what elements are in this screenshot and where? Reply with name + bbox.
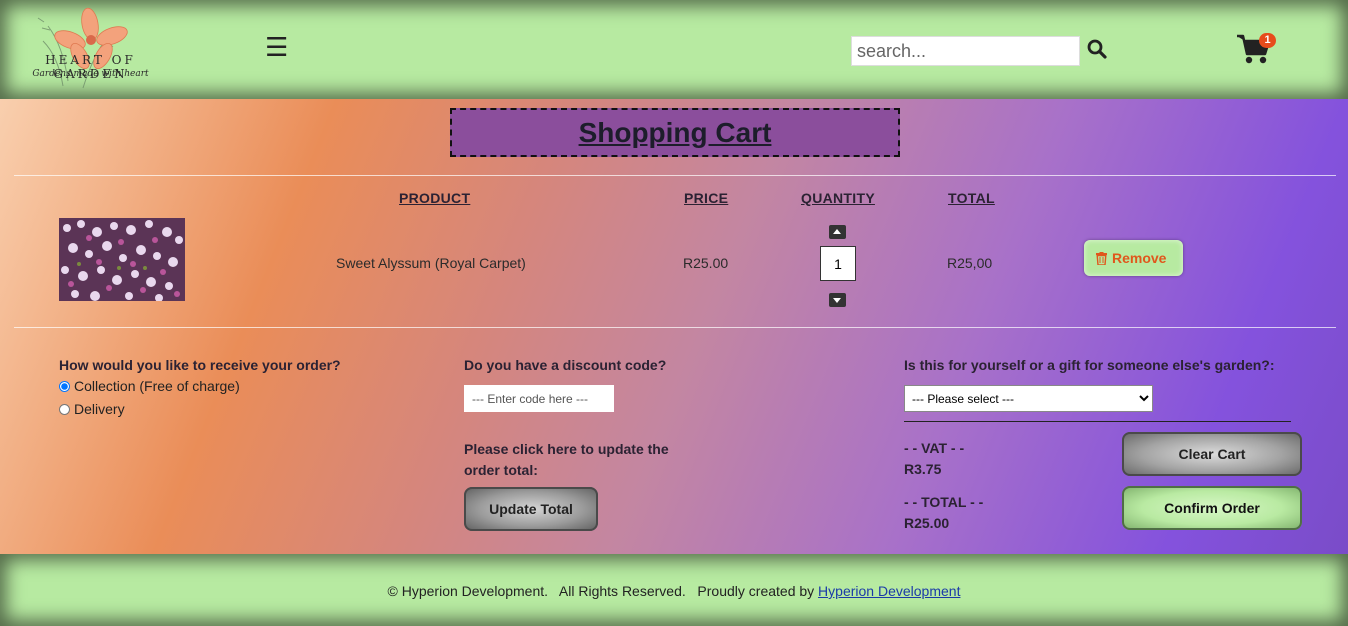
footer-link[interactable]: Hyperion Development bbox=[818, 583, 960, 599]
divider bbox=[14, 327, 1336, 328]
trash-icon bbox=[1096, 252, 1107, 265]
quantity-decrease-button[interactable] bbox=[829, 293, 846, 307]
page-title: Shopping Cart bbox=[578, 117, 772, 148]
remove-item-button[interactable]: Remove bbox=[1084, 240, 1183, 276]
column-header-product: PRODUCT bbox=[399, 190, 471, 206]
product-price: R25.00 bbox=[683, 255, 729, 271]
logo-tagline: Gardens made with heart bbox=[32, 69, 149, 79]
radio-collection[interactable]: Collection (Free of charge) bbox=[59, 378, 240, 394]
delivery-label: Delivery bbox=[74, 401, 125, 417]
delivery-radio[interactable] bbox=[59, 404, 70, 415]
site-header: HEART OF GARDEN Gardens made with heart … bbox=[0, 0, 1348, 99]
menu-icon[interactable]: ☰ bbox=[265, 34, 288, 60]
confirm-order-button[interactable]: Confirm Order bbox=[1122, 486, 1302, 530]
update-total-button[interactable]: Update Total bbox=[464, 487, 598, 531]
column-header-quantity: QUANTITY bbox=[801, 190, 875, 206]
discount-question: Do you have a discount code? bbox=[464, 357, 667, 373]
product-name: Sweet Alyssum (Royal Carpet) bbox=[336, 255, 526, 271]
copyright-text: © Hyperion Development. All Rights Reser… bbox=[387, 583, 819, 599]
vat-label: - - VAT - - bbox=[904, 440, 965, 456]
search-icon[interactable] bbox=[1087, 39, 1109, 61]
search-input[interactable] bbox=[851, 36, 1080, 66]
cart-title-box: Shopping Cart bbox=[450, 108, 900, 157]
site-logo[interactable]: HEART OF GARDEN Gardens made with heart bbox=[8, 6, 173, 92]
collection-radio[interactable] bbox=[59, 381, 70, 392]
summary-divider bbox=[904, 421, 1291, 422]
column-header-total: TOTAL bbox=[948, 190, 995, 206]
collection-label: Collection (Free of charge) bbox=[74, 378, 240, 394]
divider bbox=[14, 175, 1336, 176]
quantity-increase-button[interactable] bbox=[829, 225, 846, 239]
footer-text: © Hyperion Development. All Rights Reser… bbox=[0, 583, 1348, 599]
remove-label: Remove bbox=[1112, 250, 1167, 266]
gift-select[interactable]: --- Please select --- bbox=[904, 385, 1153, 412]
gift-question: Is this for yourself or a gift for someo… bbox=[904, 357, 1275, 373]
column-header-price: PRICE bbox=[684, 190, 729, 206]
total-label: - - TOTAL - - bbox=[904, 494, 984, 510]
delivery-question: How would you like to receive your order… bbox=[59, 357, 341, 373]
update-prompt: Please click here to update the order to… bbox=[464, 441, 669, 478]
radio-delivery[interactable]: Delivery bbox=[59, 401, 125, 417]
quantity-input[interactable] bbox=[820, 246, 856, 281]
vat-value: R3.75 bbox=[904, 461, 942, 477]
product-image bbox=[59, 218, 185, 301]
site-footer: © Hyperion Development. All Rights Reser… bbox=[0, 554, 1348, 626]
clear-cart-button[interactable]: Clear Cart bbox=[1122, 432, 1302, 476]
cart-count-badge: 1 bbox=[1259, 33, 1276, 48]
discount-code-input[interactable] bbox=[464, 385, 614, 412]
cart-main: Shopping Cart PRODUCT PRICE QUANTITY TOT… bbox=[0, 99, 1348, 554]
product-total: R25,00 bbox=[947, 255, 993, 271]
total-value: R25.00 bbox=[904, 515, 950, 531]
